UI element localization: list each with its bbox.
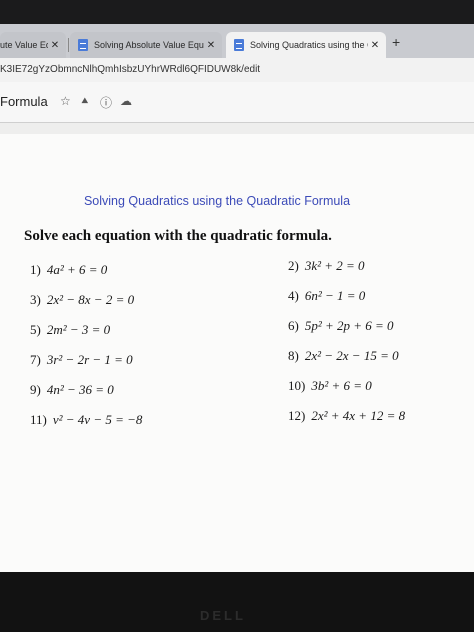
doc-name[interactable]: Formula — [0, 94, 48, 109]
address-bar[interactable]: K3IE72gYzObmncNlhQmhIsbzUYhrWRdl6QFIDUW8… — [0, 58, 474, 83]
problem-number: 11) — [30, 412, 47, 427]
browser-screen: ute Value Eq ✕ Solving Absolute Value Eq… — [0, 24, 474, 572]
problem-number: 3) — [30, 292, 41, 307]
problem-equation: 5p² + 2p + 6 = 0 — [304, 318, 394, 333]
url-text: K3IE72gYzObmncNlhQmhIsbzUYhrWRdl6QFIDUW8… — [0, 64, 261, 75]
tab-separator — [68, 38, 69, 52]
close-icon[interactable]: ✕ — [204, 40, 218, 51]
problem-2: 2) 3k² + 2 = 0 — [288, 258, 365, 274]
problem-equation: 2x² + 4x + 12 = 8 — [311, 408, 406, 423]
document-page[interactable]: Solving Quadratics using the Quadratic F… — [0, 134, 474, 572]
problem-number: 9) — [30, 382, 41, 397]
problem-8: 8) 2x² − 2x − 15 = 0 — [288, 348, 399, 364]
problem-6: 6) 5p² + 2p + 6 = 0 — [288, 318, 394, 334]
info-icon[interactable]: ⓘ — [100, 94, 112, 111]
problem-11: 11) v² − 4v − 5 = −8 — [30, 412, 142, 428]
problem-4: 4) 6n² − 1 = 0 — [288, 288, 365, 304]
problem-equation: 3b² + 6 = 0 — [311, 378, 372, 393]
problem-equation: v² − 4v − 5 = −8 — [52, 412, 143, 427]
close-icon[interactable]: ✕ — [48, 40, 62, 51]
docs-icon — [78, 39, 88, 51]
problem-number: 6) — [288, 318, 299, 333]
problem-number: 5) — [30, 322, 41, 337]
drive-icon[interactable]: ⯅ — [80, 94, 90, 109]
document-title: Solving Quadratics using the Quadratic F… — [83, 194, 351, 208]
problem-number: 7) — [30, 352, 41, 367]
close-icon[interactable]: ✕ — [368, 40, 382, 51]
problem-number: 8) — [288, 348, 299, 363]
tab-quadratics[interactable]: Solving Quadratics using the Qu ✕ — [226, 32, 386, 58]
problem-number: 12) — [288, 408, 306, 423]
problem-number: 2) — [288, 258, 299, 273]
tab-title: Solving Quadratics using the Qu — [250, 40, 368, 50]
problem-number: 4) — [288, 288, 299, 303]
tab-title: ute Value Eq — [0, 40, 48, 50]
problem-5: 5) 2m² − 3 = 0 — [30, 322, 110, 338]
problem-equation: 2m² − 3 = 0 — [46, 322, 111, 337]
problem-equation: 2x² − 2x − 15 = 0 — [304, 348, 399, 363]
cloud-icon[interactable]: ☁ — [120, 94, 132, 108]
problem-equation: 3r² − 2r − 1 = 0 — [46, 352, 133, 367]
problem-number: 1) — [30, 262, 41, 277]
problem-equation: 6n² − 1 = 0 — [304, 288, 366, 303]
tab-absolute-value-1[interactable]: ute Value Eq ✕ — [0, 32, 66, 58]
tab-title: Solving Absolute Value Equation — [94, 40, 204, 50]
tab-strip: ute Value Eq ✕ Solving Absolute Value Eq… — [0, 24, 474, 58]
problem-equation: 4n² − 36 = 0 — [46, 382, 114, 397]
problem-1: 1) 4a² + 6 = 0 — [30, 262, 107, 278]
star-icon[interactable]: ☆ — [60, 94, 71, 108]
problem-3: 3) 2x² − 8x − 2 = 0 — [30, 292, 134, 308]
doc-header: Formula ☆ ⯅ ⓘ ☁ — [0, 82, 474, 123]
tab-absolute-value-2[interactable]: Solving Absolute Value Equation ✕ — [70, 32, 222, 58]
dell-logo: DELL — [200, 608, 246, 623]
instructions: Solve each equation with the quadratic f… — [24, 228, 332, 244]
problem-number: 10) — [288, 378, 306, 393]
problem-equation: 3k² + 2 = 0 — [304, 258, 365, 273]
problem-9: 9) 4n² − 36 = 0 — [30, 382, 114, 398]
monitor-bezel — [0, 572, 474, 632]
docs-icon — [234, 39, 244, 51]
problem-equation: 4a² + 6 = 0 — [46, 262, 108, 277]
problem-10: 10) 3b² + 6 = 0 — [288, 378, 372, 394]
problem-equation: 2x² − 8x − 2 = 0 — [46, 292, 135, 307]
problem-12: 12) 2x² + 4x + 12 = 8 — [288, 408, 405, 424]
problem-7: 7) 3r² − 2r − 1 = 0 — [30, 352, 133, 368]
new-tab-button[interactable]: + — [392, 34, 400, 50]
